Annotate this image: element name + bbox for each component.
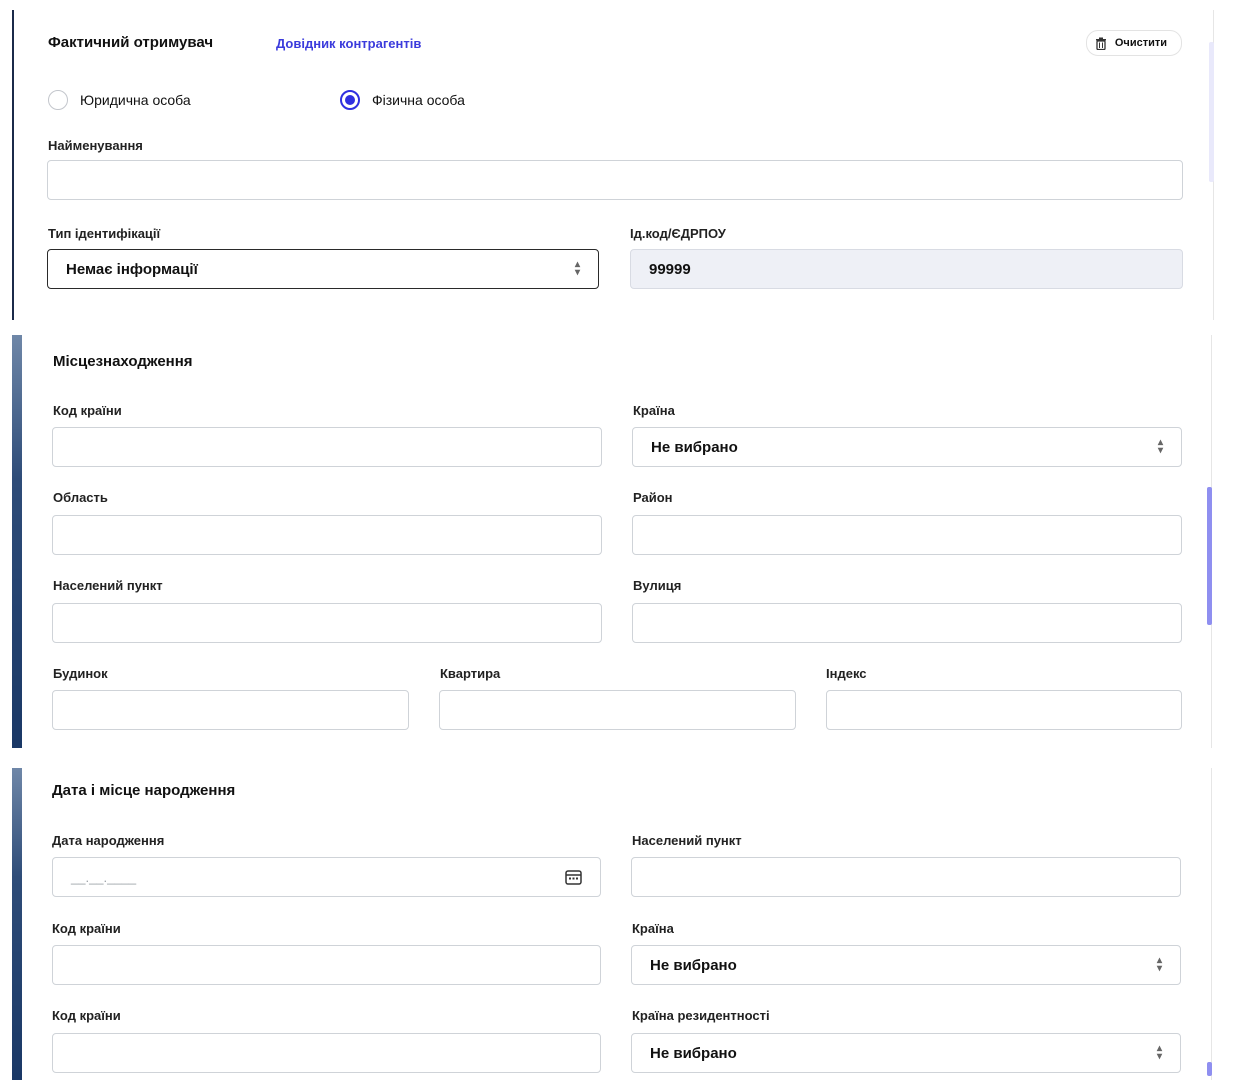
country-select[interactable]: Не вибрано ▴ ▾ <box>632 427 1182 467</box>
sort-arrows-icon: ▴ ▾ <box>1156 955 1162 974</box>
index-input[interactable] <box>826 690 1182 730</box>
section-title: Місцезнаходження <box>53 353 193 370</box>
residence-country-select[interactable]: Не вибрано ▴ ▾ <box>631 1033 1181 1073</box>
name-input[interactable] <box>47 160 1183 200</box>
house-input[interactable] <box>52 690 409 730</box>
birth-country-code-input[interactable] <box>52 945 601 985</box>
residence-country-code-label: Код країни <box>52 1008 121 1023</box>
country-label: Країна <box>633 403 675 418</box>
birth-panel: Дата і місце народження Дата народження … <box>12 768 1212 1080</box>
birth-country-select[interactable]: Не вибрано ▴ ▾ <box>631 945 1181 985</box>
birth-date-placeholder: __.__.____ <box>71 869 137 885</box>
residence-country-code-input[interactable] <box>52 1033 601 1073</box>
house-label: Будинок <box>53 666 108 681</box>
settlement-input[interactable] <box>52 603 602 643</box>
settlement-label: Населений пункт <box>53 578 163 593</box>
country-code-input[interactable] <box>52 427 602 467</box>
district-input[interactable] <box>632 515 1182 555</box>
clear-button-label: Очистити <box>1114 37 1167 49</box>
country-value: Не вибрано <box>651 438 738 456</box>
region-input[interactable] <box>52 515 602 555</box>
id-code-label: Ід.код/ЄДРПОУ <box>630 226 726 241</box>
apartment-label: Квартира <box>440 666 501 681</box>
sort-arrows-icon: ▴ ▾ <box>1157 437 1163 456</box>
scrollbar-thumb[interactable] <box>1207 487 1212 625</box>
birth-country-label: Країна <box>632 921 674 936</box>
sort-arrows-icon: ▴ ▾ <box>1156 1043 1162 1062</box>
radio-legal-entity[interactable]: Юридична особа <box>48 90 191 110</box>
clear-button[interactable]: Очистити <box>1085 30 1182 56</box>
radio-individual[interactable]: Фізична особа <box>340 90 465 110</box>
radio-circle-checked <box>340 90 360 110</box>
country-code-label: Код країни <box>53 403 122 418</box>
radio-legal-entity-label: Юридична особа <box>80 92 191 108</box>
street-input[interactable] <box>632 603 1182 643</box>
id-code-field: 99999 <box>630 249 1183 289</box>
birth-settlement-input[interactable] <box>631 857 1181 897</box>
counterparty-directory-link[interactable]: Довідник контрагентів <box>276 36 421 51</box>
trash-icon <box>1095 37 1106 50</box>
calendar-icon[interactable] <box>565 869 582 885</box>
name-label: Найменування <box>48 138 143 153</box>
id-type-select[interactable]: Немає інформації ▴ ▾ <box>47 249 599 289</box>
birth-country-value: Не вибрано <box>650 956 737 974</box>
sort-arrows-icon: ▴ ▾ <box>574 259 580 278</box>
location-panel: Місцезнаходження Код країни Країна Не ви… <box>12 335 1212 748</box>
section-title: Дата і місце народження <box>52 782 236 799</box>
street-label: Вулиця <box>633 578 682 593</box>
index-label: Індекс <box>826 666 867 681</box>
recipient-panel: Фактичний отримувач Довідник контрагенті… <box>12 10 1214 320</box>
birth-date-label: Дата народження <box>52 833 165 848</box>
birth-country-code-label: Код країни <box>52 921 121 936</box>
apartment-input[interactable] <box>439 690 796 730</box>
scrollbar-thumb[interactable] <box>1209 42 1214 182</box>
region-label: Область <box>53 490 108 505</box>
residence-country-value: Не вибрано <box>650 1044 737 1062</box>
panel-accent-bar <box>12 768 22 1080</box>
panel-divider <box>1211 768 1212 1080</box>
radio-individual-label: Фізична особа <box>372 92 465 108</box>
panel-accent-bar <box>12 335 22 748</box>
scrollbar-thumb[interactable] <box>1207 1062 1212 1076</box>
birth-settlement-label: Населений пункт <box>632 833 742 848</box>
id-type-value: Немає інформації <box>66 260 198 278</box>
district-label: Район <box>633 490 673 505</box>
birth-date-input[interactable]: __.__.____ <box>52 857 601 897</box>
section-title: Фактичний отримувач <box>48 34 214 51</box>
id-type-label: Тип ідентифікації <box>48 226 161 241</box>
residence-country-label: Країна резидентності <box>632 1008 770 1023</box>
radio-circle-unchecked <box>48 90 68 110</box>
